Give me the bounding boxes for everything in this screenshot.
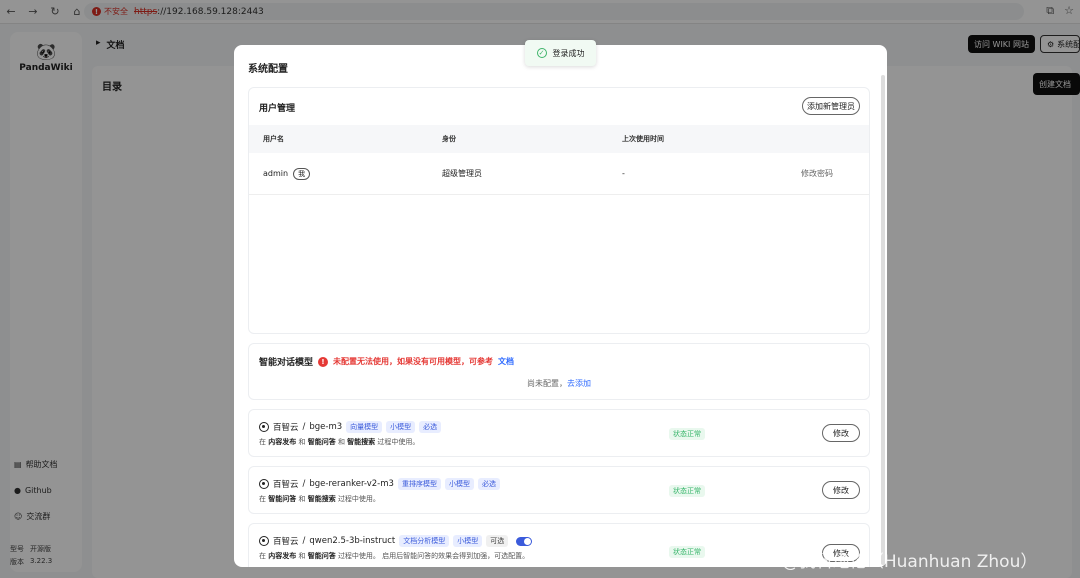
user-cell: admin 我 [263, 167, 311, 180]
change-password-link[interactable]: 修改密码 [801, 168, 833, 179]
provider-name: 百智云 [273, 537, 299, 547]
separator: / [302, 479, 306, 489]
edit-model-button[interactable]: 修改 [822, 481, 860, 499]
desc-text: 和 [298, 438, 306, 446]
model-name: bge-reranker-v2-m3 [309, 479, 394, 489]
model-tag: 重排序模型 [397, 478, 441, 490]
separator: / [302, 422, 306, 432]
empty-text: 尚未配置， [527, 379, 567, 388]
model-tag: 小模型 [386, 421, 416, 433]
model-header: 百智云 / qwen2.5-3b-instruct 文档分析模型 小模型 可选 [259, 535, 533, 547]
model-name: bge-m3 [309, 422, 343, 432]
model-tag: 必选 [477, 478, 500, 490]
column-header-role: 身份 [442, 135, 456, 143]
chat-model-error: 未配置无法使用，如果没有可用模型，可参考 [333, 357, 494, 366]
model-description: 在 智能问答 和 智能搜索 过程中使用。 [259, 494, 380, 504]
provider-logo-icon [259, 479, 269, 489]
model-name: qwen2.5-3b-instruct [309, 536, 396, 546]
provider-logo-icon [259, 536, 269, 546]
chat-model-empty: 尚未配置，去添加 [249, 378, 869, 389]
provider-name: 百智云 [273, 480, 299, 490]
check-circle-icon: ✓ [536, 48, 547, 58]
separator: / [302, 536, 306, 546]
last-used-cell: - [622, 169, 625, 178]
provider-name: 百智云 [273, 423, 299, 433]
me-badge: 我 [293, 167, 311, 180]
model-header: 百智云 / bge-reranker-v2-m3 重排序模型 小模型 必选 [259, 478, 500, 490]
desc-bold: 内容发布 [268, 438, 297, 446]
provider-logo-icon [259, 422, 269, 432]
user-management-title: 用户管理 [259, 104, 296, 114]
model-description: 在 内容发布 和 智能问答 和 智能搜索 过程中使用。 [259, 437, 419, 447]
user-table-header: 用户名 身份 上次使用时间 [249, 125, 869, 153]
chat-model-header: 智能对话模型 ! 未配置无法使用，如果没有可用模型，可参考 文档 [259, 355, 514, 368]
chat-model-title: 智能对话模型 [259, 358, 314, 368]
table-row: admin 我 超级管理员 - 修改密码 [249, 153, 869, 195]
modal-scrollbar[interactable] [881, 75, 885, 565]
column-header-username: 用户名 [263, 135, 284, 143]
model-header: 百智云 / bge-m3 向量模型 小模型 必选 [259, 421, 442, 433]
doc-link[interactable]: 文档 [498, 356, 514, 367]
desc-text: 在 [259, 438, 266, 446]
success-toast: ✓ 登录成功 [525, 40, 596, 66]
optional-tag: 可选 [486, 535, 509, 547]
model-tag: 小模型 [444, 478, 474, 490]
desc-text: 在 [259, 495, 266, 503]
user-management-card: 用户管理 添加新管理员 用户名 身份 上次使用时间 admin 我 超级管理员 -… [248, 87, 870, 334]
add-model-link[interactable]: 去添加 [567, 379, 591, 388]
desc-text: 在 [259, 552, 266, 560]
desc-bold: 内容发布 [268, 552, 297, 560]
model-card-bge-reranker: 百智云 / bge-reranker-v2-m3 重排序模型 小模型 必选 在 … [248, 466, 870, 514]
column-header-last-used: 上次使用时间 [622, 135, 664, 143]
desc-bold: 智能问答 [268, 495, 297, 503]
error-icon: ! [318, 356, 329, 367]
enable-toggle[interactable] [516, 536, 533, 546]
model-tag: 向量模型 [346, 421, 383, 433]
status-badge: 状态正常 [669, 546, 705, 558]
desc-bold: 智能搜索 [307, 495, 336, 503]
desc-text: 和 [337, 438, 345, 446]
model-tag: 必选 [419, 421, 442, 433]
desc-text: 过程中使用。 [377, 438, 420, 446]
status-badge: 状态正常 [669, 428, 705, 440]
model-tag: 小模型 [453, 535, 483, 547]
watermark: CSDN @我科绝伦（Huanhuan Zhou） [728, 552, 1038, 572]
model-description: 在 内容发布 和 智能问答 过程中使用。 启用后智能问答的效果会得到加强，可选配… [259, 551, 529, 561]
desc-bold: 智能问答 [307, 438, 336, 446]
system-config-modal: 系统配置 用户管理 添加新管理员 用户名 身份 上次使用时间 admin 我 超级… [234, 45, 887, 567]
desc-text: 过程中使用。 [337, 495, 380, 503]
role-cell: 超级管理员 [442, 169, 482, 178]
desc-text: 和 [298, 552, 306, 560]
model-tag: 文档分析模型 [399, 535, 450, 547]
chat-model-card: 智能对话模型 ! 未配置无法使用，如果没有可用模型，可参考 文档 尚未配置，去添… [248, 343, 870, 400]
modal-title: 系统配置 [248, 64, 288, 75]
status-badge: 状态正常 [669, 485, 705, 497]
model-card-bge-m3: 百智云 / bge-m3 向量模型 小模型 必选 在 内容发布 和 智能问答 和… [248, 409, 870, 457]
toast-text: 登录成功 [552, 48, 585, 58]
desc-bold: 智能搜索 [347, 438, 376, 446]
desc-text: 过程中使用。 启用后智能问答的效果会得到加强，可选配置。 [337, 552, 530, 560]
edit-model-button[interactable]: 修改 [822, 424, 860, 442]
desc-bold: 智能问答 [307, 552, 336, 560]
add-admin-button[interactable]: 添加新管理员 [802, 97, 860, 115]
username: admin [263, 168, 289, 178]
desc-text: 和 [298, 495, 306, 503]
